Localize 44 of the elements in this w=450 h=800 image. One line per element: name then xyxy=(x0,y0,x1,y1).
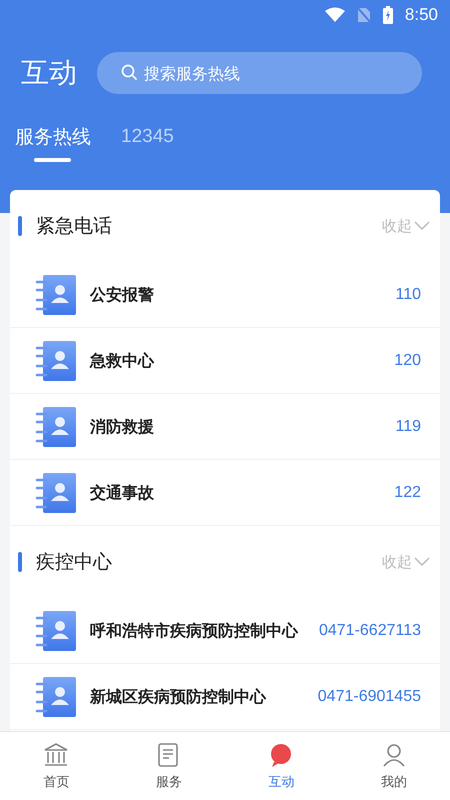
section-marker xyxy=(18,216,22,236)
tab[interactable]: 12345 xyxy=(121,124,174,162)
contact-book-icon xyxy=(35,340,77,382)
phone-number[interactable]: 0471-6901455 xyxy=(318,688,421,706)
contact-book-icon xyxy=(35,610,77,652)
hotline-name: 呼和浩特市疾病预防控制中心 xyxy=(90,620,300,640)
wifi-icon xyxy=(324,7,345,23)
hotline-row[interactable]: 呼和浩特市疾病预防控制中心 0471-6627113 xyxy=(10,598,440,664)
contact-book-icon xyxy=(35,406,77,448)
chevron-down-icon xyxy=(414,557,430,567)
hotline-name: 新城区疾病预防控制中心 xyxy=(90,686,268,706)
no-sim-icon xyxy=(356,7,371,23)
phone-number[interactable]: 119 xyxy=(395,418,421,436)
bank-icon xyxy=(43,742,70,768)
tab[interactable]: 服务热线 xyxy=(15,124,91,162)
phone-number[interactable]: 0471-6627113 xyxy=(318,622,421,640)
user-icon xyxy=(380,742,407,768)
hotline-row[interactable]: 消防救援 119 xyxy=(10,394,440,460)
contact-book-icon xyxy=(35,274,77,316)
hotline-name: 急救中心 xyxy=(90,350,156,370)
phone-number[interactable]: 120 xyxy=(394,352,421,370)
nav-item[interactable]: 互动 xyxy=(225,732,338,800)
chevron-down-icon xyxy=(414,221,430,231)
nav-item[interactable]: 服务 xyxy=(112,732,225,800)
status-time: 8:50 xyxy=(404,5,438,25)
section-title: 紧急电话 xyxy=(36,214,113,239)
hotline-row[interactable]: 公安报警 110 xyxy=(10,262,440,328)
hotline-row[interactable]: 急救中心 120 xyxy=(10,328,440,394)
section-marker xyxy=(18,552,22,572)
contact-book-icon xyxy=(35,676,77,718)
page-title: 互动 xyxy=(21,55,77,91)
phone-number[interactable]: 122 xyxy=(394,484,421,502)
hotline-name: 交通事故 xyxy=(90,482,155,502)
battery-charging-icon xyxy=(382,6,393,24)
search-icon xyxy=(121,64,138,81)
section-title: 疾控中心 xyxy=(36,550,113,575)
hotline-name: 消防救援 xyxy=(90,416,155,436)
contact-book-icon xyxy=(35,472,77,514)
hotline-name: 公安报警 xyxy=(90,284,155,304)
hotline-row[interactable]: 新城区疾病预防控制中心 0471-6901455 xyxy=(10,664,440,730)
hotline-row[interactable]: 交通事故 122 xyxy=(10,460,440,526)
phone-number[interactable]: 110 xyxy=(395,286,421,304)
nav-item[interactable]: 首页 xyxy=(0,732,112,800)
nav-item[interactable]: 我的 xyxy=(338,732,450,800)
